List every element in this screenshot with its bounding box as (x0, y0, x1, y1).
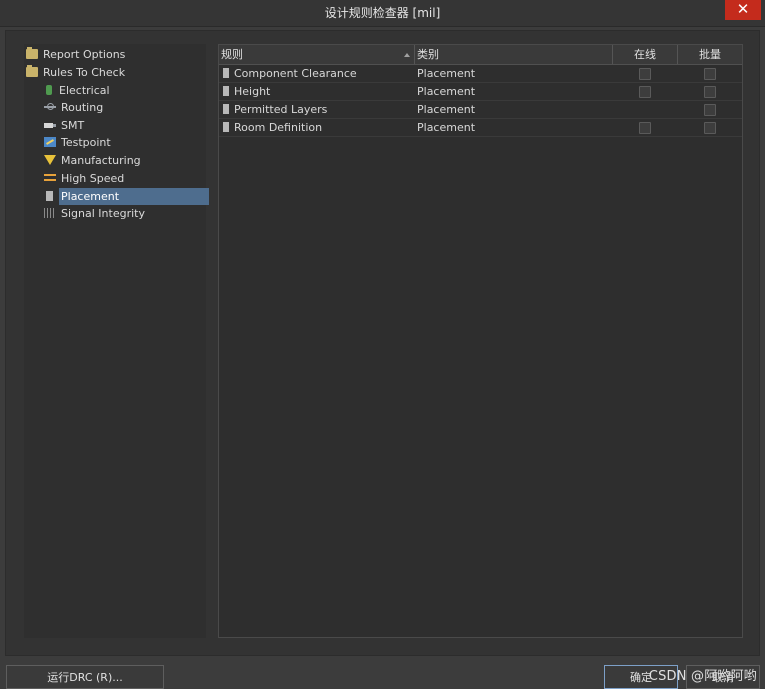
rule-icon (223, 122, 229, 132)
table-row[interactable]: Permitted Layers Placement (219, 101, 742, 119)
rule-name: Component Clearance (234, 67, 357, 80)
tree-item-placement[interactable]: Placement (44, 188, 209, 205)
high-speed-icon (44, 173, 56, 183)
rule-icon (223, 104, 229, 114)
table-row[interactable]: Room Definition Placement (219, 119, 742, 137)
tree-item-electrical[interactable]: Electrical (44, 82, 112, 99)
folder-icon (26, 47, 38, 59)
batch-checkbox[interactable] (704, 104, 716, 116)
watermark: CSDN @阿哟阿哟 (648, 669, 757, 684)
routing-icon (44, 102, 56, 112)
tree-item-smt[interactable]: SMT (44, 117, 86, 134)
online-checkbox[interactable] (639, 68, 651, 80)
testpoint-icon (44, 137, 56, 147)
smt-icon (44, 120, 56, 130)
online-checkbox[interactable] (639, 86, 651, 98)
batch-checkbox[interactable] (704, 122, 716, 134)
tree-item-rules-to-check[interactable]: Rules To Check (26, 64, 127, 81)
grid-header: 规则 类别 在线 批量 (219, 45, 742, 65)
run-drc-button[interactable]: 运行DRC (R)... (6, 665, 164, 689)
rule-icon (223, 68, 229, 78)
table-row[interactable]: Height Placement (219, 83, 742, 101)
rule-icon (223, 86, 229, 96)
electrical-icon (44, 85, 54, 95)
column-header-category[interactable]: 类别 (414, 45, 612, 64)
rule-category: Placement (417, 103, 476, 116)
rule-category: Placement (417, 67, 476, 80)
tree-item-signal-integrity[interactable]: Signal Integrity (44, 205, 147, 222)
placement-icon (44, 191, 56, 201)
tree-item-high-speed[interactable]: High Speed (44, 170, 126, 187)
rule-category: Placement (417, 85, 476, 98)
batch-checkbox[interactable] (704, 86, 716, 98)
title-bar: 设计规则检查器 [mil] ✕ (0, 0, 765, 27)
tree-item-routing[interactable]: Routing (44, 99, 105, 116)
column-header-rule[interactable]: 规则 (219, 45, 414, 64)
window-title: 设计规则检查器 [mil] (324, 6, 441, 20)
folder-icon (26, 65, 38, 77)
close-button[interactable]: ✕ (725, 0, 761, 20)
rule-name: Room Definition (234, 121, 323, 134)
rule-name: Height (234, 85, 271, 98)
rules-grid: 规则 类别 在线 批量 Component Clearance Placemen… (218, 44, 743, 638)
dialog-content: Report Options Rules To Check Electrical… (5, 30, 760, 656)
online-checkbox[interactable] (639, 122, 651, 134)
tree-item-testpoint[interactable]: Testpoint (44, 134, 113, 151)
column-header-online[interactable]: 在线 (612, 45, 677, 64)
rules-tree: Report Options Rules To Check Electrical… (24, 44, 209, 638)
rule-name: Permitted Layers (234, 103, 328, 116)
tree-item-manufacturing[interactable]: Manufacturing (44, 152, 143, 169)
batch-checkbox[interactable] (704, 68, 716, 80)
column-header-batch[interactable]: 批量 (677, 45, 742, 64)
rule-category: Placement (417, 121, 476, 134)
signal-integrity-icon (44, 208, 56, 218)
table-row[interactable]: Component Clearance Placement (219, 65, 742, 83)
sort-ascending-icon (404, 53, 410, 57)
manufacturing-icon (44, 155, 56, 165)
tree-item-report-options[interactable]: Report Options (26, 46, 127, 63)
